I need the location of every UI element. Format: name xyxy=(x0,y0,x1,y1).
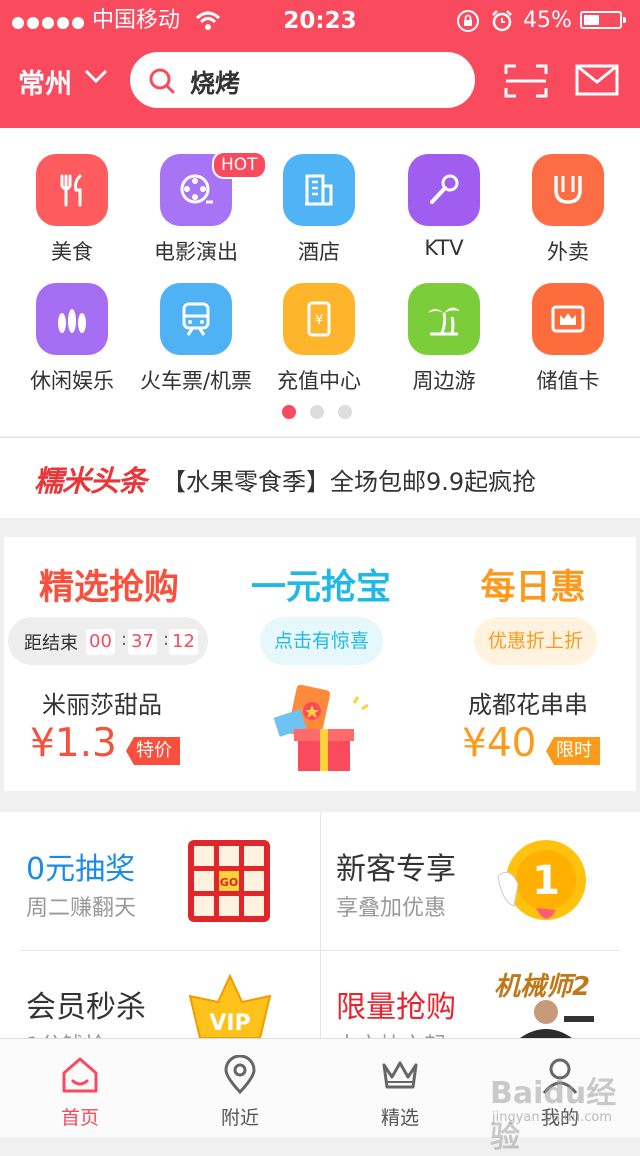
vip-crown-icon: VIP xyxy=(188,973,272,1038)
alarm-icon xyxy=(492,10,512,32)
tab-label: 附近 xyxy=(220,1107,259,1129)
category-label: 周边游 xyxy=(412,369,476,393)
promo-section: 精选抢购 距结束 00 : 37 : 12 米丽莎甜品 ¥1.3 特价 一元抢宝… xyxy=(4,537,636,791)
headline-text[interactable]: 【水果零食季】全场包邮9.9起疯抢 xyxy=(162,462,536,497)
promo-tag: 特价 xyxy=(126,737,180,765)
category-label: 电影演出 xyxy=(154,240,238,264)
battery-icon xyxy=(580,11,626,29)
tab-featured[interactable]: 精选 xyxy=(340,1039,460,1130)
headline-logo: 糯米头条 xyxy=(34,464,147,498)
promo-title-flash-sale[interactable]: 精选抢购 xyxy=(4,559,214,610)
tile-new-customer[interactable]: 新客专享 享叠加优惠 1 xyxy=(320,812,640,950)
train-icon xyxy=(160,283,232,355)
tile-title: 0元抽奖 xyxy=(26,852,136,887)
page-dot[interactable] xyxy=(338,405,352,419)
category-takeout[interactable]: 外卖 xyxy=(508,154,628,266)
promo-title-one-yuan[interactable]: 一元抢宝 xyxy=(216,559,426,610)
lottery-board-icon: GO xyxy=(188,840,270,922)
category-label: KTV xyxy=(424,236,464,260)
location-pin-icon xyxy=(224,1055,256,1095)
orientation-lock-icon xyxy=(457,10,479,32)
category-recharge[interactable]: ¥ 充值中心 xyxy=(259,283,379,395)
category-label: 外卖 xyxy=(547,240,589,264)
news-headline-bar[interactable]: 糯米头条 【水果零食季】全场包邮9.9起疯抢 xyxy=(0,437,640,518)
palm-tree-icon xyxy=(408,283,480,355)
tile-free-lottery[interactable]: 0元抽奖 周二赚翻天 GO xyxy=(0,812,320,950)
category-ktv[interactable]: KTV xyxy=(384,154,504,260)
vip-label: VIP xyxy=(209,1011,250,1036)
tile-title: 会员秒杀 xyxy=(26,990,146,1025)
svg-text:¥: ¥ xyxy=(315,313,323,328)
countdown-seconds: 12 xyxy=(169,629,198,655)
tile-title: 新客专享 xyxy=(336,852,456,887)
search-icon xyxy=(149,68,175,94)
gold-coin-icon: 1 xyxy=(497,840,586,920)
category-label: 储值卡 xyxy=(536,369,600,393)
tile-member-flash[interactable]: 会员秒杀 1分钱抢 VIP xyxy=(0,950,320,1059)
tab-label: 首页 xyxy=(60,1107,99,1129)
promo-tag: 限时 xyxy=(546,737,600,765)
page-dot[interactable] xyxy=(310,405,324,419)
category-label: 酒店 xyxy=(298,240,340,264)
category-food[interactable]: 美食 xyxy=(12,154,132,266)
tab-home[interactable]: 首页 xyxy=(20,1039,140,1130)
home-icon xyxy=(62,1057,98,1093)
category-label: 休闲娱乐 xyxy=(30,369,114,393)
promo-product-name[interactable]: 成都花串串 xyxy=(468,685,588,720)
scan-icon[interactable] xyxy=(504,64,548,98)
movie-poster-figure xyxy=(520,1000,594,1038)
fork-knife-icon xyxy=(36,154,108,226)
page-indicator[interactable] xyxy=(282,404,366,423)
microphone-icon xyxy=(408,154,480,226)
feature-tiles: 0元抽奖 周二赚翻天 GO 新客专享 享叠加优惠 1 会员秒杀 1分钱抢 xyxy=(0,812,640,1059)
watermark-url: jingyan.baidu.com xyxy=(492,1110,612,1125)
category-label: 美食 xyxy=(51,240,93,264)
search-input[interactable]: 烧烤 xyxy=(190,64,240,100)
battery-percent: 45% xyxy=(523,8,572,33)
search-bar[interactable]: 烧烤 xyxy=(130,52,475,108)
page-dot-active[interactable] xyxy=(282,405,296,419)
category-nearby-travel[interactable]: 周边游 xyxy=(384,283,504,395)
takeout-icon xyxy=(532,154,604,226)
tile-subtitle: 享叠加优惠 xyxy=(336,896,447,921)
crown-card-icon xyxy=(532,283,604,355)
tile-title: 限量抢购 xyxy=(336,990,456,1025)
hot-badge: HOT xyxy=(212,151,267,179)
promo-price: ¥40 xyxy=(462,721,537,766)
category-train[interactable]: 火车票/机票 xyxy=(136,283,256,395)
category-hotel[interactable]: 酒店 xyxy=(259,154,379,266)
promo-title-daily-deal[interactable]: 每日惠 xyxy=(428,559,638,610)
promo-product-name[interactable]: 米丽莎甜品 xyxy=(42,685,162,720)
tile-subtitle: 周二赚翻天 xyxy=(26,896,137,921)
city-selector[interactable]: 常州 xyxy=(18,62,72,101)
chevron-down-icon[interactable] xyxy=(84,68,108,84)
category-leisure[interactable]: 休闲娱乐 xyxy=(12,283,132,395)
category-stored-card[interactable]: 储值卡 xyxy=(508,283,628,395)
bowling-icon xyxy=(36,283,108,355)
tab-nearby[interactable]: 附近 xyxy=(180,1039,300,1130)
message-icon[interactable] xyxy=(575,64,619,96)
tab-label: 精选 xyxy=(380,1107,419,1129)
countdown-hours: 00 xyxy=(86,629,115,655)
category-label: 火车票/机票 xyxy=(139,369,253,393)
category-grid: 美食 电影演出 酒店 KTV 外卖 休闲娱乐 火车票/机票 ¥ 充值中心 周边游… xyxy=(0,128,640,436)
hotel-building-icon xyxy=(283,154,355,226)
promo-pill-surprise[interactable]: 点击有惊喜 xyxy=(260,617,384,665)
gift-box-illustration xyxy=(273,684,369,771)
top-header: 中国移动 20:23 45% 常州 烧烤 xyxy=(0,0,640,128)
tile-limited-sale[interactable]: 限量抢购 十六块六起 机械师2 xyxy=(320,950,640,1059)
coin-number: 1 xyxy=(532,858,560,904)
crown-icon xyxy=(382,1061,418,1089)
promo-price: ¥1.3 xyxy=(30,721,117,766)
go-label: GO xyxy=(220,876,238,889)
countdown-minutes: 37 xyxy=(128,629,157,655)
promo-pill-discount[interactable]: 优惠折上折 xyxy=(474,617,598,665)
countdown-timer: 距结束 00 : 37 : 12 xyxy=(8,617,208,665)
phone-recharge-icon: ¥ xyxy=(283,283,355,355)
category-label: 充值中心 xyxy=(277,369,361,393)
countdown-label: 距结束 xyxy=(24,633,78,654)
